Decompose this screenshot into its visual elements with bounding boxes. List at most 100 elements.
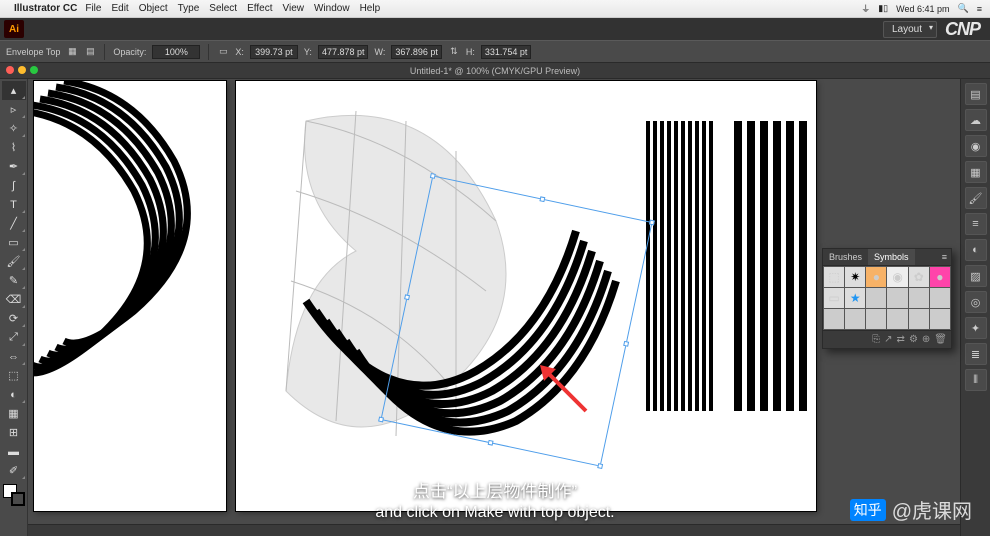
brushes-panel-icon[interactable]: 🖌 <box>965 187 987 209</box>
x-field[interactable]: 399.73 pt <box>250 45 298 59</box>
tab-symbols[interactable]: Symbols <box>868 249 915 265</box>
close-window-icon[interactable] <box>6 66 14 74</box>
line-tool[interactable]: ╱ <box>2 214 26 233</box>
properties-panel-icon[interactable]: ▤ <box>965 83 987 105</box>
artboard-preview <box>34 81 226 511</box>
lasso-tool[interactable]: ⌇ <box>2 138 26 157</box>
eyedropper-tool[interactable]: ✐ <box>2 461 26 480</box>
appearance-panel-icon[interactable]: ◎ <box>965 291 987 313</box>
symbol-item[interactable]: ★ <box>845 288 865 308</box>
wifi-icon[interactable]: ⏚ <box>861 2 870 15</box>
perspective-grid-tool[interactable]: ▦ <box>2 404 26 423</box>
panel-menu-icon[interactable]: ≡ <box>938 249 951 265</box>
fill-stroke-swatches[interactable] <box>3 484 25 506</box>
menu-window[interactable]: Window <box>314 3 350 14</box>
bbox-handle[interactable] <box>539 196 545 202</box>
place-symbol-icon[interactable]: ↗ <box>884 334 892 345</box>
break-link-icon[interactable]: ⇄ <box>897 334 905 345</box>
symbol-empty <box>887 309 907 329</box>
minimize-window-icon[interactable] <box>18 66 26 74</box>
bbox-handle[interactable] <box>430 173 436 179</box>
symbol-item[interactable]: ● <box>866 267 886 287</box>
rotate-tool[interactable]: ⟳ <box>2 309 26 328</box>
ribbon-preview-art <box>34 81 226 511</box>
workspace-layout-dropdown[interactable]: Layout <box>883 21 937 38</box>
width-tool[interactable]: ⇔ <box>2 347 26 366</box>
app-name[interactable]: Illustrator CC <box>14 3 77 14</box>
free-transform-tool[interactable]: ⬚ <box>2 366 26 385</box>
stroke-panel-icon[interactable]: ≡ <box>965 213 987 235</box>
selection-tool[interactable]: ▴ <box>2 81 26 100</box>
delete-symbol-icon[interactable]: 🗑 <box>934 334 947 345</box>
bbox-handle[interactable] <box>623 341 629 347</box>
battery-icon[interactable]: ▮▯ <box>878 3 888 14</box>
scale-tool[interactable]: ⤢ <box>2 328 26 347</box>
symbol-item[interactable]: ⬚ <box>824 267 844 287</box>
paintbrush-tool[interactable]: 🖌 <box>2 252 26 271</box>
canvas[interactable]: ▴ <box>28 79 960 536</box>
tab-brushes[interactable]: Brushes <box>823 249 868 265</box>
gradient-tool[interactable]: ▬ <box>2 442 26 461</box>
layers-panel-icon[interactable]: ≣ <box>965 343 987 365</box>
symbol-empty <box>909 309 929 329</box>
edit-contents-icon[interactable]: ▤ <box>84 46 96 58</box>
notifications-icon[interactable]: ≡ <box>977 4 982 14</box>
libraries-panel-icon[interactable]: ☁ <box>965 109 987 131</box>
mac-menubar: Illustrator CC File Edit Object Type Sel… <box>0 0 990 18</box>
zoom-window-icon[interactable] <box>30 66 38 74</box>
symbol-libraries-icon[interactable]: ⎘ <box>872 334 880 345</box>
menu-help[interactable]: Help <box>360 3 381 14</box>
edit-envelope-icon[interactable]: ▦ <box>66 46 78 58</box>
w-field[interactable]: 367.896 pt <box>391 45 442 59</box>
shape-builder-tool[interactable]: ◐ <box>2 385 26 404</box>
opacity-field[interactable]: 100% <box>152 45 200 59</box>
new-symbol-icon[interactable]: ⊕ <box>922 334 930 345</box>
transparency-panel-icon[interactable]: ▨ <box>965 265 987 287</box>
link-icon[interactable]: ⇅ <box>448 46 460 58</box>
symbol-empty <box>866 288 886 308</box>
pencil-tool[interactable]: ✎ <box>2 271 26 290</box>
color-panel-icon[interactable]: ◉ <box>965 135 987 157</box>
swatches-panel-icon[interactable]: ▦ <box>965 161 987 183</box>
y-field[interactable]: 477.878 pt <box>318 45 369 59</box>
pen-tool[interactable]: ✒ <box>2 157 26 176</box>
graphic-styles-panel-icon[interactable]: ✦ <box>965 317 987 339</box>
menu-select[interactable]: Select <box>209 3 237 14</box>
curvature-tool[interactable]: ∫ <box>2 176 26 195</box>
spotlight-icon[interactable]: 🔍 <box>958 3 969 14</box>
transform-icon[interactable]: ▭ <box>217 46 229 58</box>
watermark-text: @虎课网 <box>892 495 972 524</box>
bbox-handle[interactable] <box>597 463 603 469</box>
menu-object[interactable]: Object <box>139 3 168 14</box>
gradient-panel-icon[interactable]: ◐ <box>965 239 987 261</box>
menu-file[interactable]: File <box>85 3 101 14</box>
bbox-handle[interactable] <box>378 417 384 423</box>
symbol-item[interactable]: ✿ <box>909 267 929 287</box>
symbol-item[interactable]: ● <box>930 267 950 287</box>
symbol-options-icon[interactable]: ⚙ <box>909 334 918 345</box>
direct-selection-tool[interactable]: ▹ <box>2 100 26 119</box>
rectangle-tool[interactable]: ▭ <box>2 233 26 252</box>
clock[interactable]: Wed 6:41 pm <box>896 4 949 14</box>
menu-effect[interactable]: Effect <box>247 3 272 14</box>
menu-type[interactable]: Type <box>178 3 200 14</box>
bbox-handle[interactable] <box>404 294 410 300</box>
type-tool[interactable]: T <box>2 195 26 214</box>
bbox-handle[interactable] <box>487 440 493 446</box>
horizontal-scrollbar[interactable] <box>28 524 960 536</box>
bbox-handle[interactable] <box>649 220 655 226</box>
symbols-panel[interactable]: Brushes Symbols ≡ ⬚ ✷ ● ◉ ✿ ● ▭ ★ ⎘ ↗ ⇄ … <box>822 248 952 349</box>
h-field[interactable]: 331.754 pt <box>481 45 532 59</box>
symbol-empty <box>845 309 865 329</box>
menu-edit[interactable]: Edit <box>111 3 128 14</box>
menu-view[interactable]: View <box>282 3 304 14</box>
align-panel-icon[interactable]: ⫴ <box>965 369 987 391</box>
magic-wand-tool[interactable]: ✧ <box>2 119 26 138</box>
symbol-item[interactable]: ◉ <box>887 267 907 287</box>
symbol-item[interactable]: ▭ <box>824 288 844 308</box>
eraser-tool[interactable]: ⌫ <box>2 290 26 309</box>
symbol-item[interactable]: ✷ <box>845 267 865 287</box>
mesh-tool[interactable]: ⊞ <box>2 423 26 442</box>
stroke-swatch[interactable] <box>11 492 25 506</box>
symbol-empty <box>909 288 929 308</box>
